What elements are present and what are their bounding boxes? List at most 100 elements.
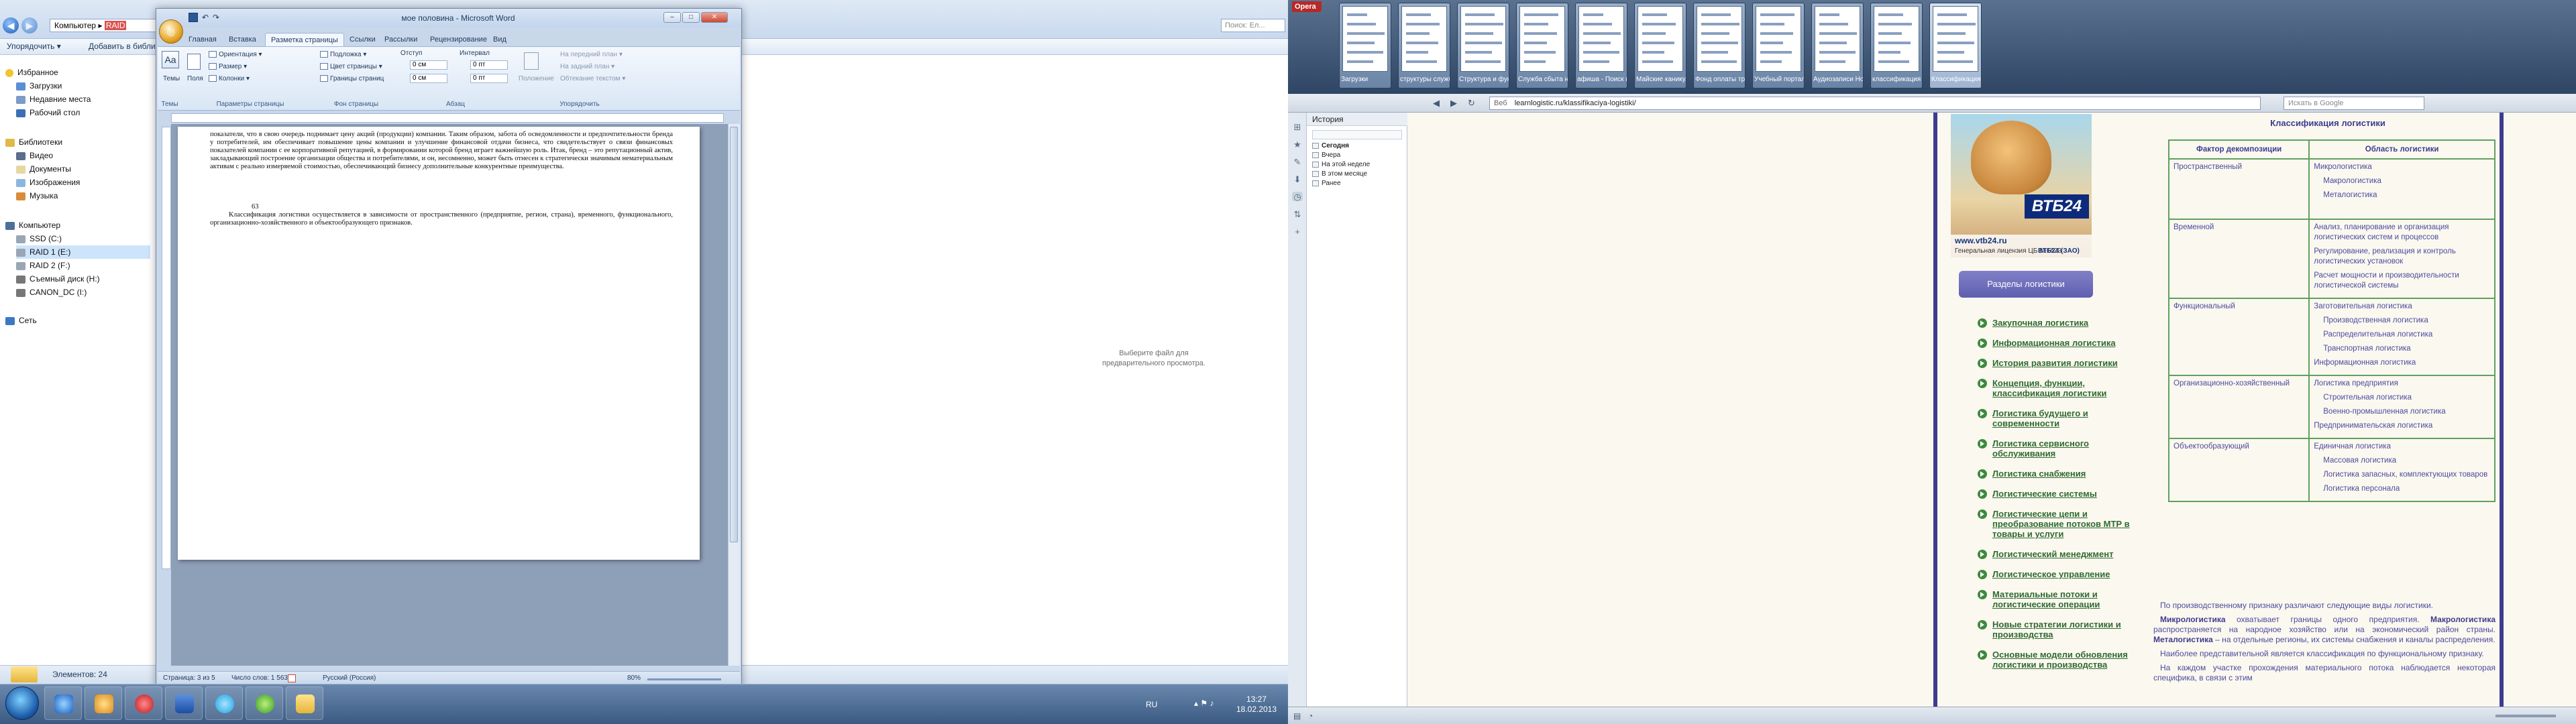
vertical-ruler[interactable] [162, 127, 171, 569]
themes-button[interactable]: Темы [163, 75, 180, 82]
address-bar[interactable]: Веб learnlogistic.ru/klassifikaciya-logi… [1489, 97, 2261, 110]
taskbar-explorer[interactable] [286, 686, 323, 720]
nav-documents[interactable]: Документы [16, 162, 71, 176]
office-button[interactable]: ◎ [159, 19, 183, 44]
browser-tab[interactable]: Структура и фун... [1457, 3, 1509, 88]
text-wrap-button[interactable]: Обтекание текстом ▾ [560, 75, 625, 82]
history-this-week[interactable]: На этой неделе [1312, 161, 1370, 168]
tab-view[interactable]: Вид [493, 33, 506, 46]
nav-network[interactable]: Сеть [5, 314, 37, 327]
indent-right-input[interactable]: 0 см [410, 74, 447, 83]
nav-drive-h[interactable]: Съемный диск (H:) [16, 272, 100, 286]
history-yesterday[interactable]: Вчера [1312, 152, 1340, 159]
horizontal-ruler[interactable] [171, 113, 724, 123]
browser-tab[interactable]: Фонд оплаты тру... [1693, 3, 1746, 88]
taskbar-opera[interactable] [125, 686, 162, 720]
browser-tab[interactable]: Майские каникул... [1634, 3, 1686, 88]
taskbar-ie[interactable] [44, 686, 82, 720]
back-arrow-icon[interactable]: ◀ [3, 17, 19, 34]
nav-computer[interactable]: Компьютер [5, 219, 60, 232]
section-link[interactable]: Логистические цепи и преобразование пото… [1992, 509, 2153, 539]
nav-videos[interactable]: Видео [16, 149, 53, 162]
notes-icon[interactable]: ✎ [1292, 157, 1303, 167]
section-link[interactable]: Информационная логистика [1992, 338, 2153, 348]
watermark-button[interactable]: Подложка ▾ [320, 51, 366, 58]
page-color-button[interactable]: Цвет страницы ▾ [320, 63, 382, 70]
margins-button[interactable]: Поля [187, 75, 203, 82]
orientation-button[interactable]: Ориентация ▾ [209, 51, 262, 58]
taskbar-utorrent[interactable] [246, 686, 283, 720]
margins-icon[interactable] [187, 54, 201, 70]
tray-clock[interactable]: 13:27 18.02.2013 [1233, 695, 1280, 715]
nav-drive-i[interactable]: CANON_DC (I:) [16, 286, 87, 299]
history-icon[interactable]: ◷ [1292, 192, 1303, 202]
sections-header[interactable]: Разделы логистики [1959, 271, 2093, 298]
tray-icons[interactable]: ▴ ⚑ ♪ [1194, 699, 1214, 708]
browser-tab[interactable]: Аудиозаписи Нов... [1811, 3, 1864, 88]
taskbar-word[interactable] [165, 686, 203, 720]
bring-front-button[interactable]: На передний план ▾ [560, 51, 623, 58]
section-link[interactable]: Логистика снабжения [1992, 469, 2153, 479]
tab-page-layout[interactable]: Разметка страницы [265, 33, 344, 46]
section-link[interactable]: Концепция, функции, классификация логист… [1992, 378, 2153, 398]
tab-references[interactable]: Ссылки [350, 33, 376, 46]
breadcrumb-raid[interactable]: RAID [104, 21, 127, 30]
nav-music[interactable]: Музыка [16, 189, 58, 202]
nav-drive-e[interactable]: RAID 1 (E:) [16, 245, 150, 259]
page-borders-button[interactable]: Границы страниц [320, 75, 384, 82]
section-link[interactable]: Новые стратегии логистики и производства [1992, 619, 2153, 640]
breadcrumb-computer[interactable]: Компьютер [54, 21, 96, 30]
history-search-input[interactable] [1312, 130, 1402, 139]
word-scroll-thumb[interactable] [730, 127, 738, 542]
taskbar-skype[interactable] [205, 686, 243, 720]
zoom-slider[interactable] [647, 678, 721, 680]
spacing-after-input[interactable]: 0 пт [470, 74, 508, 83]
position-button[interactable]: Положение [519, 75, 554, 82]
redo-icon[interactable]: ↷ [213, 13, 219, 22]
history-earlier[interactable]: Ранее [1312, 180, 1341, 187]
language-indicator[interactable]: Русский (Россия) [323, 674, 376, 682]
minimize-button[interactable]: – [663, 12, 681, 23]
browser-tab[interactable]: Загрузки [1339, 3, 1391, 88]
reload-icon[interactable]: ↻ [1468, 98, 1475, 109]
section-link[interactable]: Логистический менеджмент [1992, 549, 2153, 559]
add-to-library-button[interactable]: Добавить в библи [89, 42, 156, 51]
size-button[interactable]: Размер ▾ [209, 63, 247, 70]
bookmarks-icon[interactable]: ★ [1292, 139, 1303, 149]
forward-icon[interactable]: ▶ [1450, 98, 1457, 109]
panel-toggle-icon[interactable]: ▤ [1293, 711, 1301, 721]
opera-menu-button[interactable]: Opera [1292, 1, 1322, 12]
google-search-input[interactable]: Искать в Google [2284, 97, 2424, 110]
nav-pictures[interactable]: Изображения [16, 176, 80, 189]
send-back-button[interactable]: На задний план ▾ [560, 63, 614, 70]
browser-tab[interactable]: афиша - Поиск в... [1575, 3, 1627, 88]
browser-tab[interactable]: Классификация л... [1929, 3, 1982, 88]
explorer-search-input[interactable]: Поиск: Ел... [1221, 19, 1285, 32]
browser-tab[interactable]: Служба сбыта на... [1516, 3, 1568, 88]
section-link[interactable]: История развития логистики [1992, 358, 2153, 368]
section-link[interactable]: Логистика сервисного обслуживания [1992, 438, 2153, 459]
back-icon[interactable]: ◀ [1433, 98, 1440, 109]
history-this-month[interactable]: В этом месяце [1312, 170, 1367, 178]
tab-mailings[interactable]: Рассылки [384, 33, 417, 46]
section-link[interactable]: Материальные потоки и логистические опер… [1992, 589, 2153, 609]
nav-libraries[interactable]: Библиотеки [5, 135, 62, 149]
section-link[interactable]: Логистика будущего и современности [1992, 408, 2153, 428]
section-link[interactable]: Основные модели обновления логистики и п… [1992, 650, 2153, 670]
section-link[interactable]: Логистические системы [1992, 489, 2153, 499]
tab-home[interactable]: Главная [189, 33, 217, 46]
tab-insert[interactable]: Вставка [229, 33, 256, 46]
speed-dial-icon[interactable]: ⊞ [1292, 122, 1303, 132]
tab-review[interactable]: Рецензирование [430, 33, 487, 46]
save-icon[interactable] [189, 13, 198, 22]
page-count[interactable]: Страница: 3 из 5 [163, 674, 215, 682]
transfers-icon[interactable]: ⇅ [1292, 209, 1303, 219]
nav-drive-c[interactable]: SSD (C:) [16, 232, 62, 245]
nav-downloads[interactable]: Загрузки [16, 79, 62, 93]
themes-icon[interactable]: Aa [162, 51, 179, 68]
close-button[interactable]: ✕ [701, 12, 728, 23]
start-button[interactable] [5, 686, 39, 720]
downloads-icon[interactable]: ⬇ [1292, 174, 1303, 184]
organize-button[interactable]: Упорядочить ▾ [7, 42, 61, 51]
document-page[interactable]: показатели, что в свою очередь поднимает… [178, 127, 700, 560]
